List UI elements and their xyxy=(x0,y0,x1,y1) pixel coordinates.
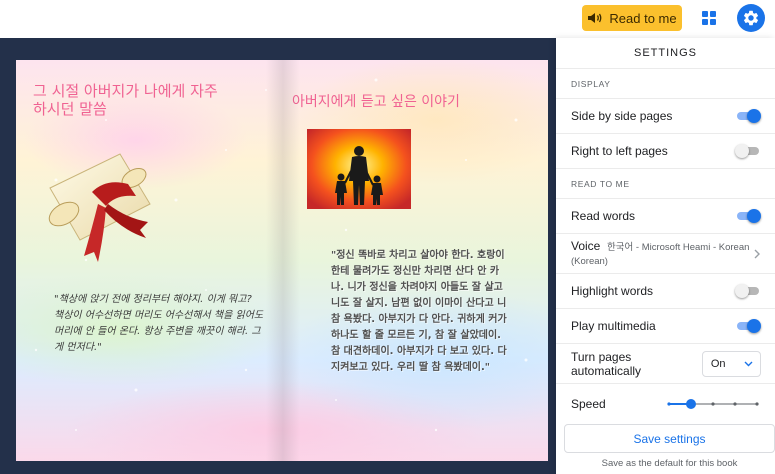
voice-row[interactable]: Voice 한국어 - Microsoft Heami - Korean (Ko… xyxy=(556,233,775,273)
highlight-words-label: Highlight words xyxy=(571,284,654,298)
sunset-family-illustration xyxy=(307,129,411,209)
read-words-row: Read words xyxy=(556,198,775,233)
play-multimedia-toggle[interactable] xyxy=(735,319,761,333)
app-window: Read to me 그 시절 아버지가 나에게 자주 하시던 말씀 "책상에 … xyxy=(0,0,775,474)
read-words-label: Read words xyxy=(571,209,636,223)
settings-button[interactable] xyxy=(737,4,765,32)
read-to-me-button[interactable]: Read to me xyxy=(582,5,682,31)
chevron-down-icon xyxy=(744,361,753,366)
display-section-label: DISPLAY xyxy=(556,68,775,98)
settings-title: SETTINGS xyxy=(633,47,697,59)
save-settings-button[interactable]: Save settings xyxy=(564,424,775,453)
play-multimedia-row: Play multimedia xyxy=(556,308,775,343)
scroll-illustration xyxy=(48,153,151,262)
settings-panel: SETTINGS DISPLAY Side by side pages Righ… xyxy=(556,38,775,474)
play-multimedia-label: Play multimedia xyxy=(571,319,656,333)
right-page-quote: "정신 똑바로 차리고 살아야 한다. 호랑이한테 물려가도 정신만 차리면 산… xyxy=(331,250,507,373)
speed-label: Speed xyxy=(571,396,606,411)
speed-row: Speed xyxy=(556,383,775,423)
read-words-toggle[interactable] xyxy=(735,209,761,223)
highlight-words-row: Highlight words xyxy=(556,273,775,308)
right-to-left-label: Right to left pages xyxy=(571,144,668,158)
top-toolbar: Read to me xyxy=(0,0,775,38)
voice-text: Voice 한국어 - Microsoft Heami - Korean (Ko… xyxy=(571,238,751,268)
speed-step-mark[interactable] xyxy=(733,401,737,406)
turn-pages-label: Turn pages automatically xyxy=(571,349,642,378)
left-page-quote: "책상에 앉기 전에 정리부터 해야지. 이게 뭐고? 책상이 어수선하면 머리… xyxy=(54,294,264,353)
speed-step-mark[interactable] xyxy=(755,401,759,406)
book-spread[interactable]: 그 시절 아버지가 나에게 자주 하시던 말씀 "책상에 앉기 전에 정리부터 … xyxy=(16,60,548,461)
left-page-title: 그 시절 아버지가 나에게 자주 하시던 말씀 xyxy=(33,82,218,118)
speed-step-mark[interactable] xyxy=(711,401,715,406)
speed-slider-thumb[interactable] xyxy=(686,398,696,409)
grid-icon[interactable] xyxy=(700,9,718,27)
side-by-side-row: Side by side pages xyxy=(556,98,775,133)
read-to-me-section-label: READ TO ME xyxy=(556,168,775,198)
speed-step-mark[interactable] xyxy=(667,401,671,406)
gear-icon xyxy=(743,10,759,26)
right-page-title: 아버지에게 듣고 싶은 이야기 xyxy=(292,94,460,110)
speaker-icon xyxy=(588,13,602,23)
highlight-words-toggle[interactable] xyxy=(735,284,761,298)
turn-pages-row: Turn pages automatically On xyxy=(556,343,775,383)
turn-pages-select[interactable]: On xyxy=(701,350,761,377)
voice-label: Voice xyxy=(571,238,601,253)
right-to-left-row: Right to left pages xyxy=(556,133,775,168)
right-to-left-toggle[interactable] xyxy=(735,144,761,158)
book-viewer: 그 시절 아버지가 나에게 자주 하시던 말씀 "책상에 앉기 전에 정리부터 … xyxy=(0,38,556,474)
side-by-side-toggle[interactable] xyxy=(735,109,761,123)
side-by-side-label: Side by side pages xyxy=(571,109,673,123)
speed-slider[interactable] xyxy=(665,396,761,412)
turn-pages-value: On xyxy=(710,357,726,370)
read-to-me-label: Read to me xyxy=(609,10,677,26)
chevron-right-icon xyxy=(754,249,760,258)
save-settings-note: Save as the default for this book xyxy=(601,458,738,469)
